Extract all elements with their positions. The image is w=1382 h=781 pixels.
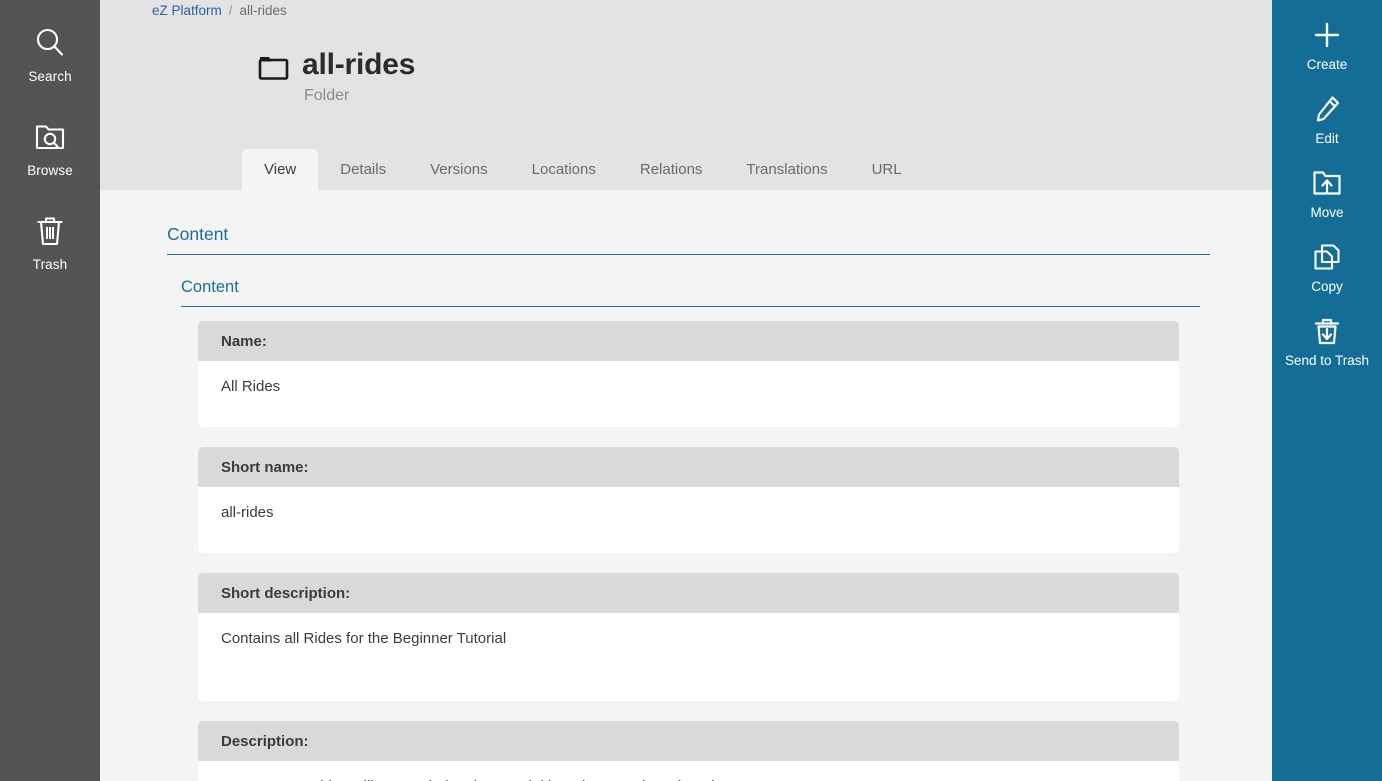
- action-label: Move: [1310, 205, 1343, 220]
- send-to-trash-icon: [1310, 314, 1344, 348]
- breadcrumb-separator: /: [229, 3, 233, 18]
- content-section-heading: Content: [167, 224, 1210, 255]
- field-short-description: Short description: Contains all Rides fo…: [198, 573, 1179, 701]
- application-window: Search Browse: [0, 0, 1382, 781]
- action-edit[interactable]: Edit: [1272, 92, 1382, 146]
- field-label: Short description:: [198, 573, 1179, 613]
- field-value: all-rides: [198, 487, 1179, 553]
- tab-details[interactable]: Details: [318, 149, 408, 190]
- action-create[interactable]: Create: [1272, 18, 1382, 72]
- field-name: Name: All Rides: [198, 321, 1179, 427]
- right-action-sidebar: Create Edit Move: [1272, 0, 1382, 781]
- trash-icon: [30, 211, 70, 251]
- move-folder-icon: [1310, 166, 1344, 200]
- field-short-name: Short name: all-rides: [198, 447, 1179, 553]
- plus-icon: [1310, 18, 1344, 52]
- subsection-title: Content: [181, 278, 239, 296]
- sidebar-item-label: Browse: [27, 163, 73, 179]
- field-value: Contains all Rides for the Beginner Tuto…: [198, 613, 1179, 701]
- tab-versions[interactable]: Versions: [408, 149, 510, 190]
- sidebar-item-browse[interactable]: Browse: [0, 110, 100, 188]
- breadcrumb: eZ Platform / all-rides: [152, 3, 287, 18]
- tab-locations[interactable]: Locations: [510, 149, 618, 190]
- page-title: all-rides: [302, 48, 415, 82]
- left-sidebar: Search Browse: [0, 0, 100, 781]
- breadcrumb-link-root[interactable]: eZ Platform: [152, 3, 222, 18]
- action-send-to-trash[interactable]: Send to Trash: [1272, 314, 1382, 368]
- page-title-block: all-rides Folder: [258, 48, 415, 106]
- sidebar-item-label: Search: [28, 69, 71, 85]
- action-label: Copy: [1311, 279, 1343, 294]
- breadcrumb-current: all-rides: [240, 3, 287, 18]
- pencil-icon: [1310, 92, 1344, 126]
- page-subtitle: Folder: [302, 86, 415, 106]
- action-label: Edit: [1315, 131, 1338, 146]
- copy-icon: [1310, 240, 1344, 274]
- page-header: eZ Platform / all-rides all-rides Folder…: [100, 0, 1272, 190]
- search-icon: [30, 23, 70, 63]
- tab-view[interactable]: View: [242, 149, 318, 190]
- section-title: Content: [167, 224, 228, 244]
- tab-url[interactable]: URL: [850, 149, 924, 190]
- tab-relations[interactable]: Relations: [618, 149, 725, 190]
- tab-bar: View Details Versions Locations Relation…: [242, 149, 924, 190]
- sidebar-item-trash[interactable]: Trash: [0, 204, 100, 282]
- field-value: Stores every Ride I will create during t…: [198, 761, 1179, 781]
- content-subsection-heading: Content: [181, 278, 1200, 307]
- field-label: Short name:: [198, 447, 1179, 487]
- field-label: Description:: [198, 721, 1179, 761]
- sidebar-item-search[interactable]: Search: [0, 16, 100, 94]
- browse-folder-icon: [30, 117, 70, 157]
- field-label: Name:: [198, 321, 1179, 361]
- field-value: All Rides: [198, 361, 1179, 427]
- tab-translations[interactable]: Translations: [724, 149, 849, 190]
- action-label: Create: [1307, 57, 1348, 72]
- sidebar-item-label: Trash: [33, 257, 68, 273]
- action-label: Send to Trash: [1285, 353, 1369, 368]
- main-content: Content Content Name: All Rides Short na…: [100, 190, 1272, 781]
- action-move[interactable]: Move: [1272, 166, 1382, 220]
- action-copy[interactable]: Copy: [1272, 240, 1382, 294]
- folder-icon: [258, 53, 290, 83]
- field-list: Name: All Rides Short name: all-rides Sh…: [198, 321, 1272, 781]
- field-description: Description: Stores every Ride I will cr…: [198, 721, 1179, 781]
